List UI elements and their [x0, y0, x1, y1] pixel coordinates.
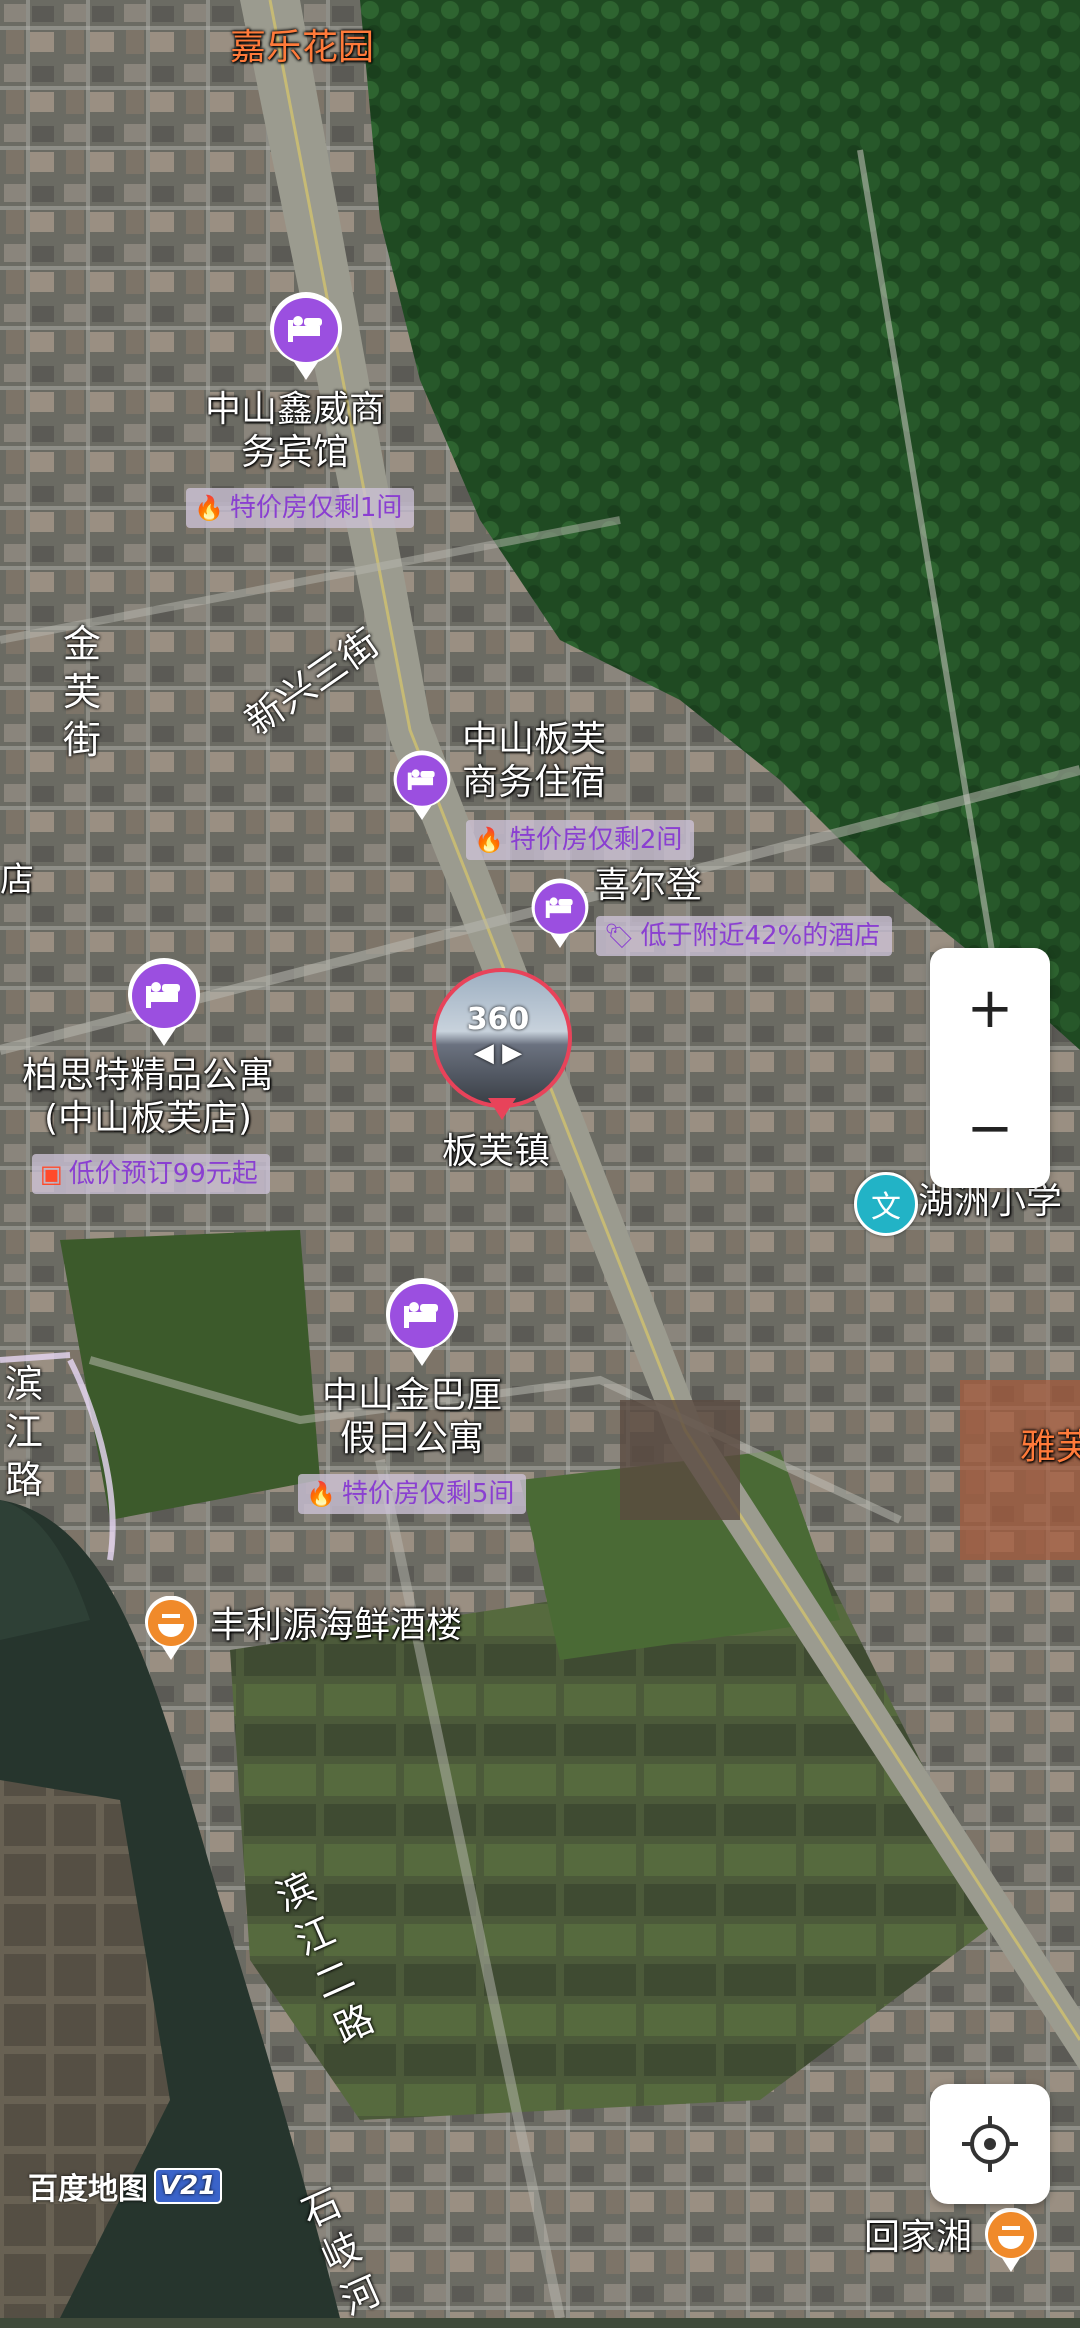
hotel-name-jinbali[interactable]: 中山金巴厘 假日公寓	[322, 1374, 502, 1460]
coupon-icon: ▣	[40, 1160, 63, 1188]
fire-icon: 🔥	[194, 494, 224, 522]
restaurant-icon[interactable]	[144, 1595, 198, 1662]
hotel-pin-icon[interactable]	[268, 292, 344, 382]
locate-icon	[962, 2116, 1018, 2172]
hotel-pin-icon[interactable]	[384, 1278, 460, 1368]
price-tag-icon: 🏷	[604, 922, 635, 950]
road-label-jinfu: 金芙街	[62, 622, 101, 762]
zoom-out-button[interactable]: −	[930, 1068, 1050, 1188]
logo-text: 百度地图	[28, 2172, 148, 2207]
hotel-promo-jinbali[interactable]: 🔥 特价房仅剩5间	[298, 1474, 527, 1514]
zoom-in-button[interactable]: +	[930, 948, 1050, 1068]
edge-place-label: 店	[0, 860, 34, 900]
place-label-jiale[interactable]: 嘉乐花园	[230, 26, 374, 69]
hotel-pin-icon[interactable]	[126, 958, 202, 1048]
poi-label-huijiaxiang[interactable]: 回家湘	[864, 2216, 972, 2259]
locate-button[interactable]	[930, 2084, 1050, 2204]
poi-label-fengliyuan[interactable]: 丰利源海鲜酒楼	[210, 1604, 462, 1647]
zoom-control: + −	[930, 948, 1050, 1188]
vr-panorama-marker[interactable]: 360 ◀ ▶	[432, 968, 572, 1128]
hotel-name-best-apartment[interactable]: 柏思特精品公寓 (中山板芙店)	[22, 1054, 274, 1140]
school-icon[interactable]: 文	[854, 1172, 918, 1236]
hotel-promo-best-apartment[interactable]: ▣ 低价预订99元起	[32, 1154, 270, 1194]
hotel-promo-banfu-business[interactable]: 🔥 特价房仅剩2间	[466, 820, 695, 860]
restaurant-icon[interactable]	[984, 2207, 1038, 2274]
vr-pointer	[488, 1098, 516, 1120]
road-label-binjiang: 滨江路	[4, 1362, 43, 1502]
hotel-pin-icon[interactable]	[530, 878, 590, 950]
logo-version: V21	[154, 2168, 223, 2204]
hotel-name-xinwei[interactable]: 中山鑫威商 务宾馆	[205, 388, 385, 474]
hotel-pin-icon[interactable]	[392, 750, 452, 822]
baidu-map-logo: 百度地图 V21	[28, 2166, 223, 2207]
hotel-promo-xierdeng[interactable]: 🏷 低于附近42%的酒店	[596, 916, 893, 956]
fire-icon: 🔥	[474, 826, 504, 854]
place-label-yafu[interactable]: 雅芙	[1020, 1426, 1080, 1469]
hotel-name-xierdeng[interactable]: 喜尔登	[594, 864, 702, 907]
vr-arrows-icon: ◀ ▶	[473, 1038, 523, 1068]
vr-360-label: 360	[466, 1002, 530, 1037]
hotel-name-banfu-business[interactable]: 中山板芙 商务住宿	[462, 718, 606, 804]
fire-icon: 🔥	[306, 1480, 336, 1508]
place-label-banfu-town[interactable]: 板芙镇	[442, 1130, 550, 1173]
hotel-promo-xinwei[interactable]: 🔥 特价房仅剩1间	[186, 488, 415, 528]
